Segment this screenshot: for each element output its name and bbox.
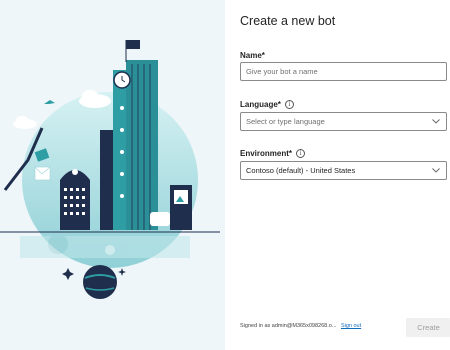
sign-out-link[interactable]: Sign out: [341, 323, 361, 329]
planet-icon: [83, 265, 117, 299]
reflection: [20, 234, 190, 258]
environment-label: Environment* i: [240, 149, 306, 158]
create-button[interactable]: Create: [406, 318, 450, 337]
language-label-text: Language*: [240, 100, 281, 109]
dialog-title: Create a new bot: [240, 14, 336, 28]
environment-dropdown[interactable]: Contoso (default) - United States: [240, 161, 447, 180]
domed-building: [60, 169, 90, 230]
flag-icon: [126, 40, 140, 49]
picture-building: [170, 185, 192, 230]
signed-in-text: Signed in as admin@M365x098268.o...: [240, 323, 337, 329]
environment-value: Contoso (default) - United States: [246, 166, 356, 175]
info-icon[interactable]: i: [296, 149, 306, 158]
name-input[interactable]: [246, 63, 446, 80]
city-illustration: [0, 40, 220, 299]
environment-label-text: Environment*: [240, 149, 293, 158]
name-field[interactable]: [240, 62, 447, 81]
clock-tower: [100, 40, 158, 230]
chevron-down-icon[interactable]: [432, 119, 440, 124]
create-bot-dialog: Create a new bot Name* Language* i Selec…: [225, 0, 450, 350]
language-label: Language* i: [240, 100, 294, 109]
name-label-text: Name*: [240, 51, 265, 60]
name-label: Name*: [240, 51, 265, 60]
bird-icon: [44, 100, 55, 104]
info-icon[interactable]: i: [284, 100, 294, 109]
chat-bubble-icon: [150, 212, 170, 226]
signed-in-status: Signed in as admin@M365x098268.o... Sign…: [240, 323, 361, 329]
language-combobox[interactable]: Select or type language: [240, 112, 447, 131]
chevron-down-icon[interactable]: [432, 168, 440, 173]
language-placeholder: Select or type language: [246, 117, 325, 126]
illustration-panel: [0, 0, 225, 350]
